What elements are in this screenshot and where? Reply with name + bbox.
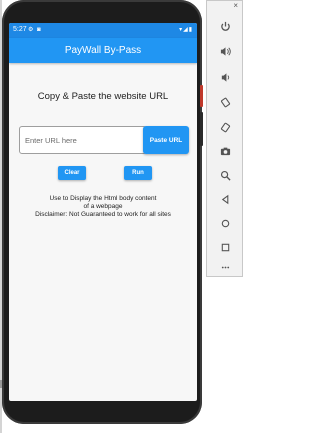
close-icon[interactable]: × [233,1,238,10]
rotate-left-icon[interactable] [215,94,235,110]
url-input[interactable] [19,126,147,154]
disclaimer-text: Disclaimer: Not Guaranteed to work for a… [35,211,171,218]
device-screen: 5:27 ⚙ ◙ ▾◢▮ PayWall By-Pass Copy & Past… [9,23,197,401]
notification-icons: ⚙ ◙ [28,27,42,33]
emulator-phone-frame: 5:27 ⚙ ◙ ▾◢▮ PayWall By-Pass Copy & Past… [2,0,202,424]
info-line-1: Use to Display the Html body content [49,195,157,202]
device-power-key [200,85,203,107]
app-bar: PayWall By-Pass [9,38,197,63]
back-icon[interactable] [215,191,235,207]
power-icon[interactable] [215,18,235,34]
zoom-icon[interactable] [215,167,235,183]
emulator-toolbar: × [206,0,243,277]
volume-down-icon[interactable] [215,69,235,85]
paste-url-button[interactable]: Paste URL [143,126,189,154]
status-bar: 5:27 ⚙ ◙ ▾◢▮ [9,23,197,38]
status-time: 5:27 [13,26,27,33]
info-text: Use to Display the Html body content of … [9,195,197,219]
camera-icon[interactable] [215,143,235,159]
app-title: PayWall By-Pass [64,45,142,56]
overview-icon[interactable] [215,239,235,255]
home-icon[interactable] [215,215,235,231]
device-volume-key [200,112,203,146]
info-line-2: of a webpage [83,203,123,210]
volume-up-icon[interactable] [215,43,235,59]
toolbar-header: × [207,1,242,13]
run-button[interactable]: Run [124,166,152,180]
clear-button[interactable]: Clear [58,166,86,180]
more-icon[interactable] [215,259,235,275]
signal-battery-icons: ▾◢▮ [179,27,193,33]
rotate-right-icon[interactable] [215,119,235,135]
page-heading: Copy & Paste the website URL [37,91,169,102]
